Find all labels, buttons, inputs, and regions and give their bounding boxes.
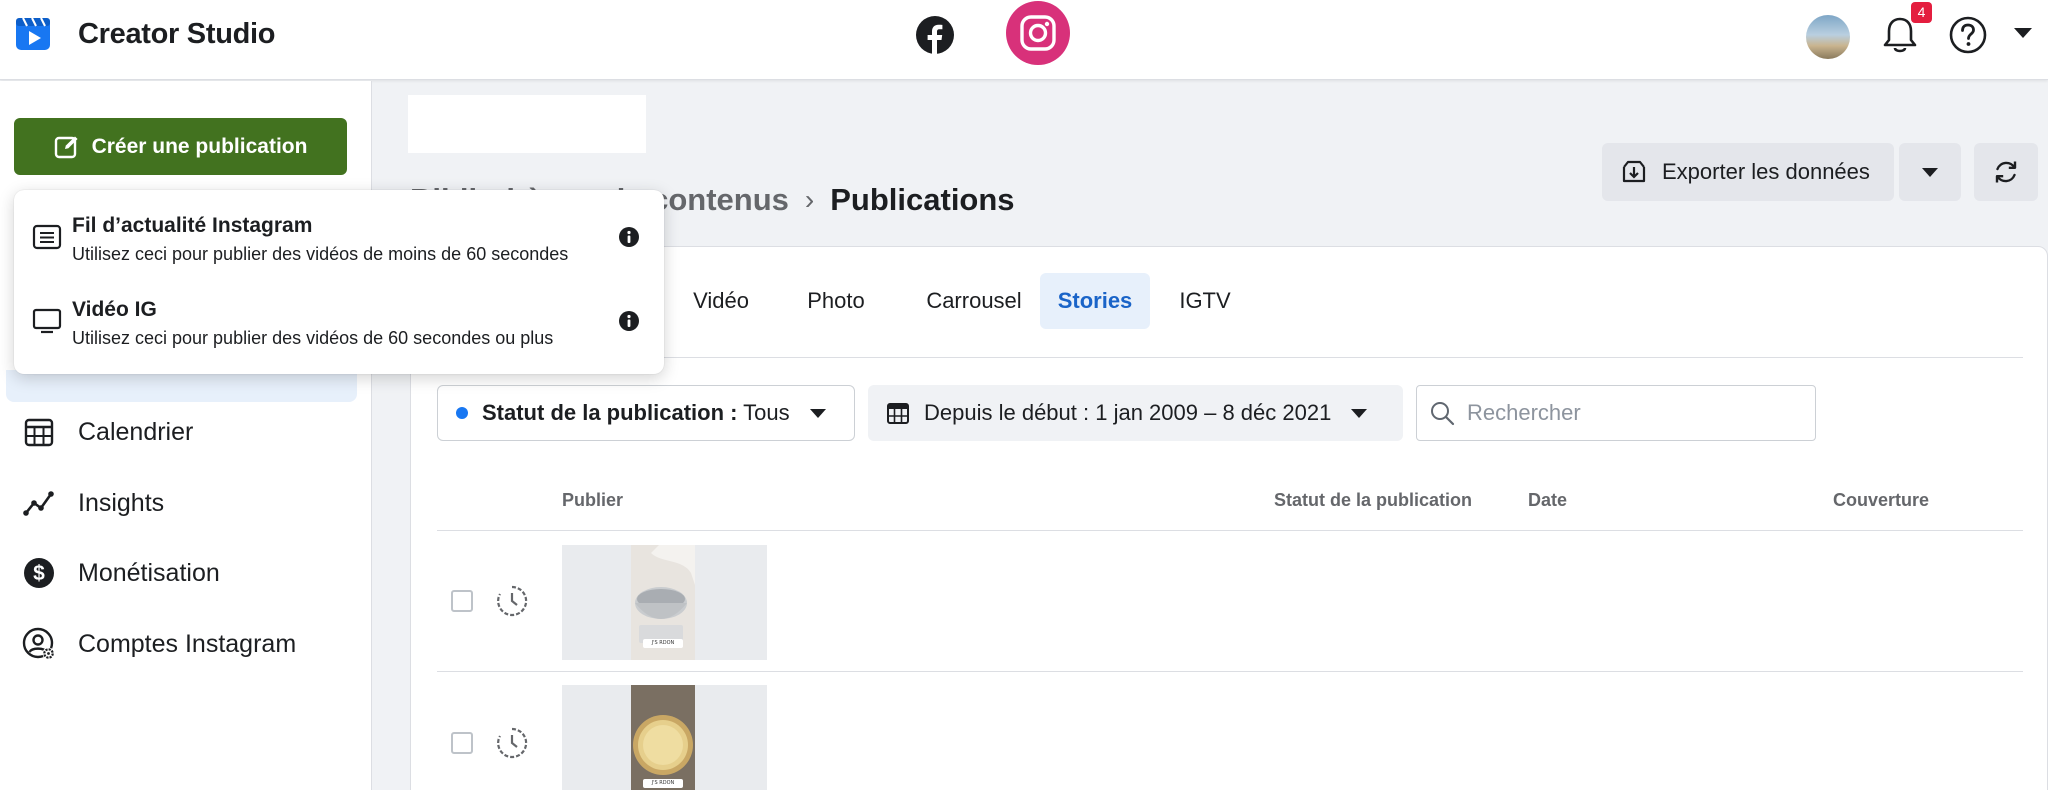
tab-carousel[interactable]: Carrousel [905,273,1043,329]
info-icon[interactable] [618,310,640,332]
thumbnail-caption: J'S RDON [643,779,683,788]
insights-icon [23,491,54,516]
info-icon[interactable] [618,226,640,248]
date-range-label: Depuis le début : 1 jan 2009 – 8 déc 202… [924,400,1332,425]
account-settings-icon [22,627,55,660]
chevron-right-icon: › [804,184,815,215]
help-icon[interactable] [1948,15,1988,55]
export-data-button[interactable]: Exporter les données [1602,143,1894,201]
story-thumbnail[interactable]: J'S RDON [562,685,767,790]
sidebar-item-label: Calendrier [78,417,194,446]
status-filter-label: Statut de la publication : [482,400,738,425]
sidebar-item-monetisation[interactable]: $ Monétisation [22,548,220,598]
publication-status-filter[interactable]: Statut de la publication : Tous [437,385,855,441]
account-menu-caret-icon[interactable] [2014,28,2032,38]
facebook-icon[interactable] [915,15,955,55]
row-checkbox[interactable] [451,590,473,612]
nav-active-highlight [6,370,357,402]
notification-badge: 4 [1911,2,1932,23]
tab-igtv[interactable]: IGTV [1163,273,1247,329]
top-bar: Creator Studio 4 [0,0,2048,80]
story-thumbnail[interactable]: J'S RDON [562,545,767,660]
chevron-down-icon [809,408,826,418]
column-header-status[interactable]: Statut de la publication [1274,490,1472,511]
sidebar-item-label: Comptes Instagram [78,629,297,658]
sidebar-item-instagram-accounts[interactable]: Comptes Instagram [22,619,296,669]
sidebar-item-calendar[interactable]: Calendrier [22,407,193,457]
dropdown-item-title: Vidéo IG [72,298,157,321]
create-post-button[interactable]: Créer une publication [14,118,347,175]
create-post-label: Créer une publication [91,134,308,158]
instagram-icon [1020,15,1056,51]
status-filter-value: Tous [743,400,790,425]
dollar-icon: $ [24,558,54,588]
dropdown-item-instagram-feed[interactable]: Fil d’actualité Instagram Utilisez ceci … [14,190,664,274]
search-field[interactable] [1416,385,1816,441]
chevron-down-icon [1351,408,1368,418]
status-filter-text: Statut de la publication : Tous [482,400,790,426]
avatar[interactable] [1806,15,1850,59]
calendar-icon [887,403,909,424]
creator-studio-logo[interactable] [14,14,52,52]
table-divider [437,671,2023,672]
row-checkbox[interactable] [451,732,473,754]
date-range-filter[interactable]: Depuis le début : 1 jan 2009 – 8 déc 202… [868,385,1403,441]
page-title: Publications [830,182,1015,217]
chevron-down-icon [1922,167,1938,177]
feed-icon [32,224,62,250]
status-dot-icon [456,407,468,419]
tab-photo[interactable]: Photo [785,273,887,329]
column-header-coverage[interactable]: Couverture [1833,490,1929,511]
search-input[interactable] [1467,400,1797,426]
create-post-dropdown: Fil d’actualité Instagram Utilisez ceci … [14,190,664,374]
redacted-account-name [408,95,646,153]
svg-text:$: $ [33,562,45,585]
monitor-icon [32,308,62,334]
calendar-icon [24,418,54,447]
table-divider [437,530,2023,531]
scheduled-clock-icon [497,585,528,617]
instagram-tab-button[interactable] [1006,1,1070,65]
refresh-icon [1995,161,2017,183]
sidebar: Créer une publication Calendrier Insight… [0,81,372,790]
dropdown-item-ig-video[interactable]: Vidéo IG Utilisez ceci pour publier des … [14,274,664,358]
tabs-divider [437,357,2023,358]
refresh-button[interactable] [1974,143,2038,201]
sidebar-item-label: Insights [78,488,165,517]
sidebar-item-label: Monétisation [78,558,220,587]
app-title: Creator Studio [78,18,276,50]
scheduled-clock-icon [497,727,528,759]
edit-icon [54,136,78,158]
export-options-dropdown[interactable] [1899,143,1961,201]
export-data-label: Exporter les données [1662,159,1870,184]
tab-stories[interactable]: Stories [1040,273,1150,329]
dropdown-item-title: Fil d’actualité Instagram [72,214,313,237]
dropdown-item-subtitle: Utilisez ceci pour publier des vidéos de… [72,328,554,348]
sidebar-item-insights[interactable]: Insights [22,478,164,528]
column-header-publish[interactable]: Publier [562,490,623,511]
tab-video[interactable]: Vidéo [675,273,767,329]
column-header-date[interactable]: Date [1528,490,1567,511]
download-tray-icon [1622,160,1646,183]
thumbnail-caption: J'S RDON [643,639,683,648]
search-icon [1431,402,1455,426]
dropdown-item-subtitle: Utilisez ceci pour publier des vidéos de… [72,244,569,264]
tart-shell-image [631,685,695,790]
